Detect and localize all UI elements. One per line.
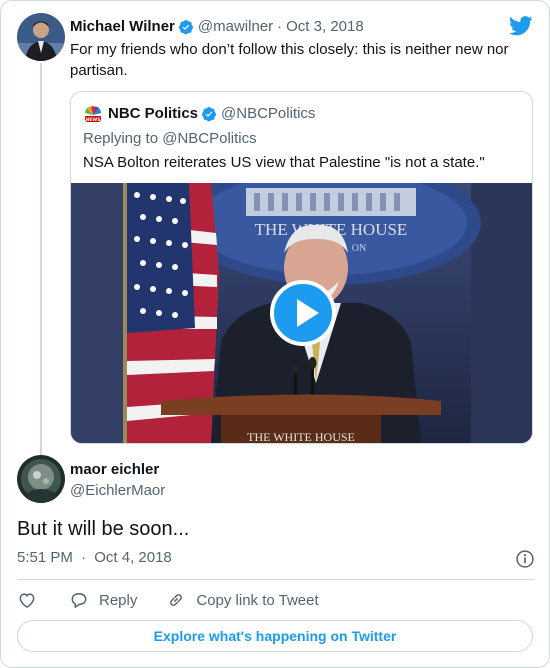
tweet-date[interactable]: Oct 4, 2018 bbox=[94, 549, 172, 566]
avatar[interactable] bbox=[17, 13, 65, 61]
reply-display-name[interactable]: maor eichler bbox=[70, 460, 159, 480]
tweet-date[interactable]: Oct 3, 2018 bbox=[286, 17, 364, 37]
reply-handle[interactable]: @EichlerMaor bbox=[70, 481, 165, 501]
play-button[interactable] bbox=[270, 280, 336, 346]
quoted-author-row: NEWS NBC Politics @NBCPolitics bbox=[83, 104, 315, 124]
quoted-tweet-text: NSA Bolton reiterates US view that Pales… bbox=[83, 154, 485, 171]
tweet-actions: Reply Copy link to Tweet bbox=[17, 588, 535, 612]
tweet-embed-card: Michael Wilner @mawilner · Oct 3, 2018 F… bbox=[0, 0, 550, 668]
quoted-display-name[interactable]: NBC Politics bbox=[108, 104, 198, 124]
separator-dot: · bbox=[277, 18, 283, 35]
separator-dot: · bbox=[81, 549, 87, 566]
nbc-peacock-logo: NEWS bbox=[83, 104, 103, 124]
display-name[interactable]: Michael Wilner bbox=[70, 17, 175, 37]
tweet-text: For my friends who don’t follow this clo… bbox=[70, 41, 509, 79]
reply-label: Reply bbox=[99, 591, 138, 609]
quoted-handle[interactable]: @NBCPolitics bbox=[221, 104, 315, 124]
tweet-meta-row: 5:51 PM · Oct 4, 2018 bbox=[17, 547, 535, 571]
heart-icon bbox=[19, 593, 35, 608]
quoted-tweet[interactable]: NEWS NBC Politics @NBCPolitics Replying … bbox=[70, 91, 533, 444]
like-button[interactable] bbox=[17, 590, 37, 610]
seal-subcaption: ON bbox=[352, 243, 366, 254]
explore-twitter-button[interactable]: Explore what's happening on Twitter bbox=[17, 620, 533, 652]
video-player[interactable]: THE WHITE HOUSE ON bbox=[71, 183, 532, 444]
reply-bubble-icon bbox=[71, 593, 87, 608]
tweet-time[interactable]: 5:51 PM bbox=[17, 549, 73, 566]
reply-button[interactable]: Reply bbox=[69, 590, 137, 610]
author-handle[interactable]: @mawilner bbox=[198, 17, 273, 37]
divider bbox=[17, 579, 535, 580]
verified-badge-icon bbox=[178, 20, 193, 35]
reply-tweet-text: But it will be soon... bbox=[17, 518, 190, 540]
podium-caption: THE WHITE HOUSE bbox=[247, 430, 355, 444]
svg-text:NEWS: NEWS bbox=[85, 117, 100, 123]
twitter-bird-icon[interactable] bbox=[509, 15, 533, 37]
verified-badge-icon bbox=[202, 107, 217, 122]
copy-link-label: Copy link to Tweet bbox=[196, 591, 319, 609]
reply-avatar[interactable] bbox=[17, 455, 65, 503]
copy-link-button[interactable]: Copy link to Tweet bbox=[166, 590, 319, 610]
link-icon bbox=[170, 594, 183, 606]
replying-to-label[interactable]: Replying to @NBCPolitics bbox=[83, 129, 257, 149]
author-row: Michael Wilner @mawilner · Oct 3, 2018 bbox=[70, 17, 364, 37]
thread-connector-line bbox=[40, 63, 42, 457]
info-icon[interactable] bbox=[515, 549, 535, 569]
